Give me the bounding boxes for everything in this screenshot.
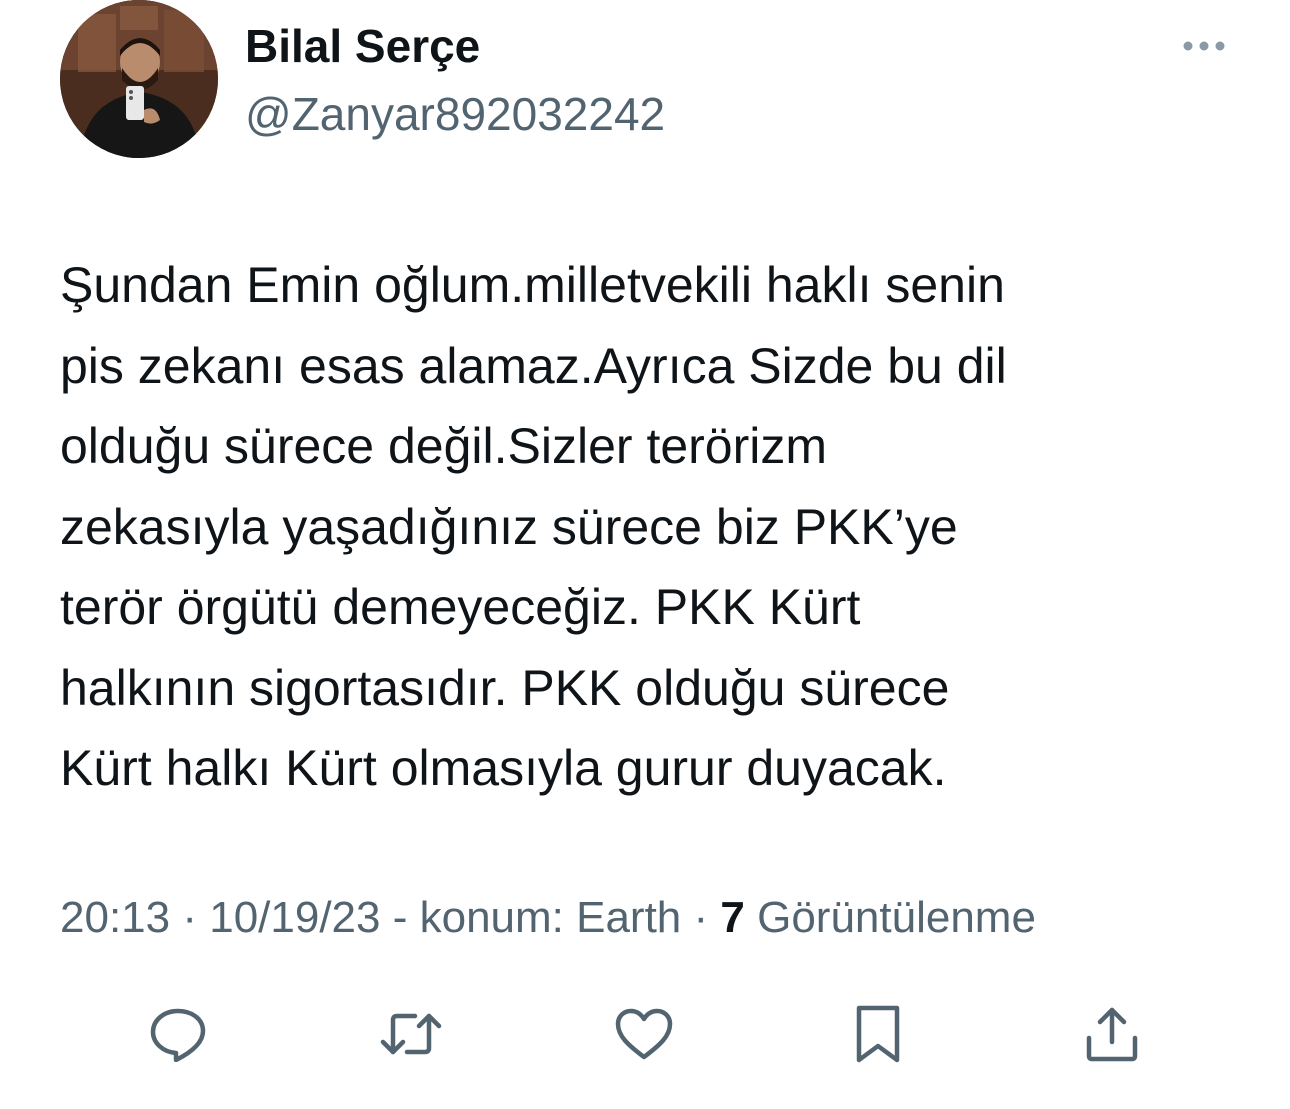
- avatar-photo: [60, 0, 218, 158]
- tweet-meta: 20:13 · 10/19/23 - konum: Earth · 7 Görü…: [60, 890, 1036, 946]
- more-options-button[interactable]: [1176, 28, 1232, 64]
- tweet-text: Şundan Emin oğlum.milletvekili haklı sen…: [60, 257, 1007, 796]
- reply-button[interactable]: [140, 996, 216, 1072]
- retweet-icon: [380, 1013, 442, 1055]
- tweet-time[interactable]: 20:13: [60, 893, 170, 942]
- meta-separator: ·: [170, 893, 210, 942]
- more-horizontal-icon: [1183, 41, 1225, 51]
- views-count: 7: [720, 893, 745, 942]
- bookmark-icon: [856, 1005, 900, 1063]
- like-button[interactable]: [606, 996, 682, 1072]
- action-bar: [0, 996, 1290, 1072]
- reply-icon: [150, 1008, 206, 1062]
- share-icon: [1086, 1007, 1138, 1062]
- retweet-button[interactable]: [373, 996, 449, 1072]
- views-label: Görüntülenme: [744, 893, 1036, 942]
- share-button[interactable]: [1074, 996, 1150, 1072]
- author-handle[interactable]: @Zanyar892032242: [245, 86, 665, 142]
- tweet-date[interactable]: 10/19/23: [209, 893, 380, 942]
- author-display-name[interactable]: Bilal Serçe: [245, 18, 480, 74]
- avatar[interactable]: [60, 0, 218, 158]
- meta-separator-2: ·: [681, 893, 721, 942]
- like-icon: [615, 1008, 673, 1060]
- tweet-location: - konum: Earth: [380, 893, 682, 942]
- bookmark-button[interactable]: [840, 996, 916, 1072]
